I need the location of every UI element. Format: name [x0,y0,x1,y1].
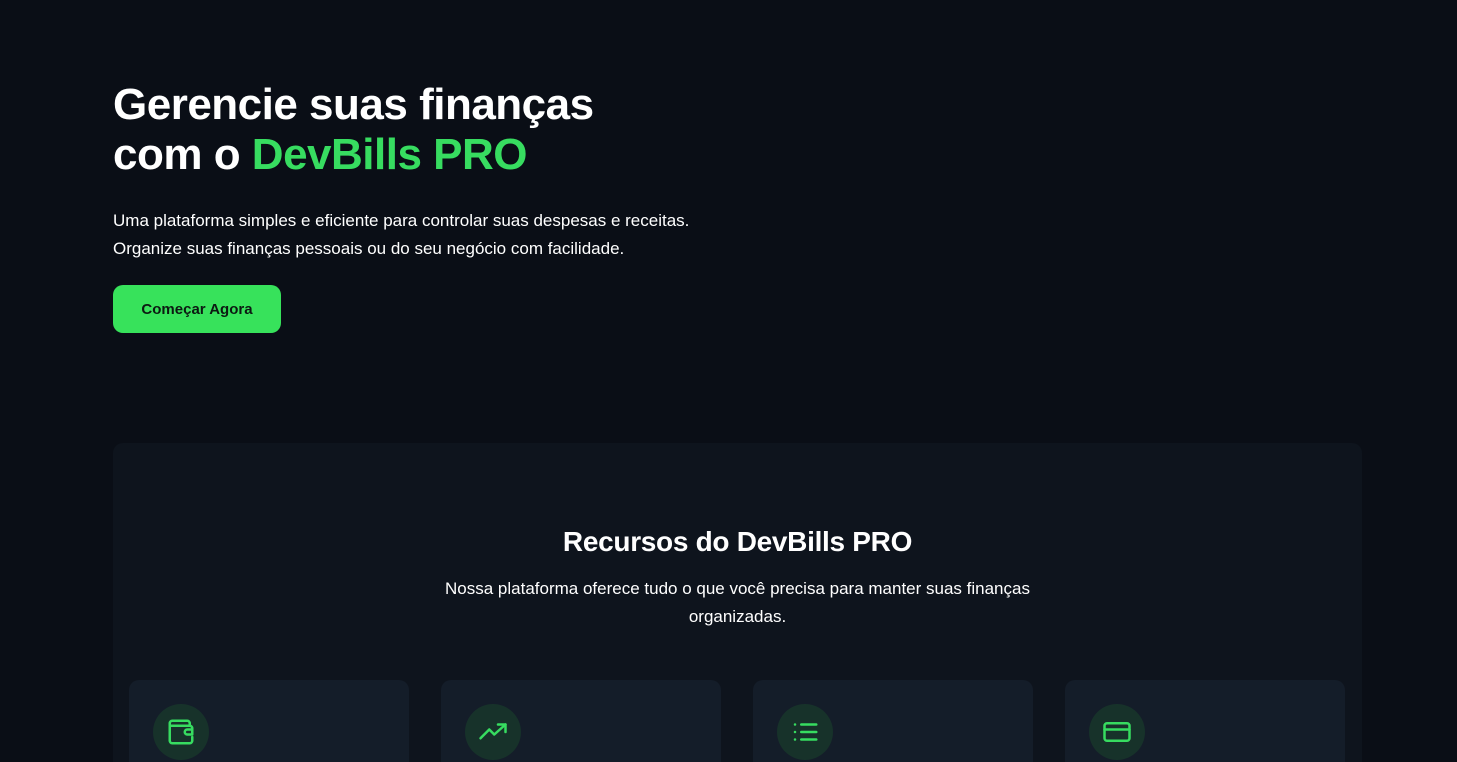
feature-card-trending [441,680,721,762]
list-icon [777,704,833,760]
hero-title: Gerencie suas finanças com o DevBills PR… [113,80,733,180]
hero-title-line1: Gerencie suas finanças [113,80,594,129]
landing-page: Gerencie suas finanças com o DevBills PR… [0,0,1457,762]
credit-card-icon [1089,704,1145,760]
get-started-button[interactable]: Começar Agora [113,285,281,333]
feature-card-credit-card [1065,680,1345,762]
feature-card-list [753,680,1033,762]
wallet-icon [153,704,209,760]
features-section: Recursos do DevBills PRO Nossa plataform… [113,443,1362,762]
feature-cards [129,680,1345,762]
hero-description: Uma plataforma simples e eficiente para … [113,211,690,258]
features-title: Recursos do DevBills PRO [562,526,913,557]
hero-section: Gerencie suas finanças com o DevBills PR… [113,80,733,333]
feature-card-wallet [129,680,409,762]
trending-up-icon [465,704,521,760]
features-description: Nossa plataforma oferece tudo o que você… [445,579,1030,626]
hero-title-prefix: com o [113,130,252,179]
hero-title-accent: DevBills PRO [251,130,528,179]
